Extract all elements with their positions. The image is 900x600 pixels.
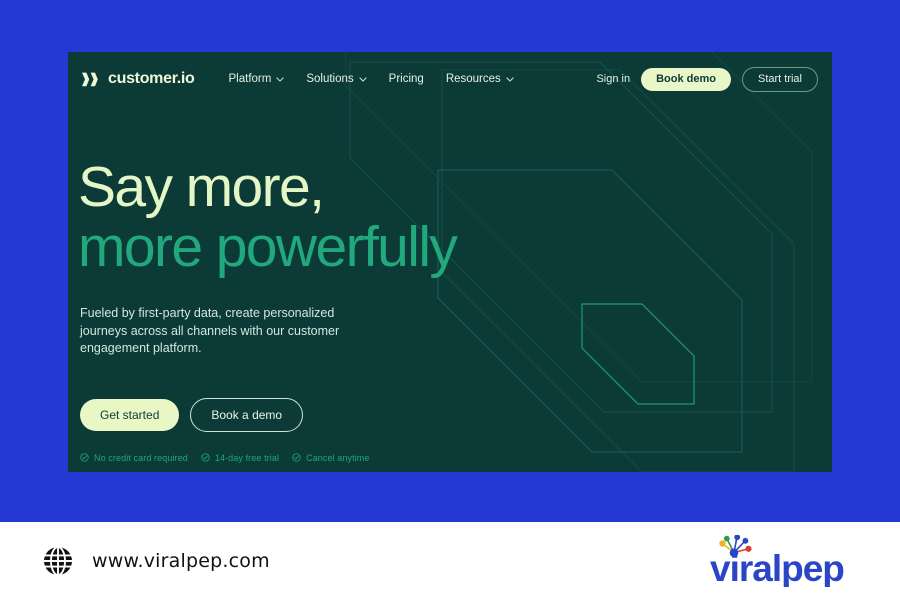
nav-actions: Sign in Book demo Start trial — [596, 66, 818, 92]
globe-icon — [44, 546, 72, 576]
footer-brand: viralpep — [708, 522, 858, 600]
site-nav: customer.io Platform Solutions Pricing R… — [68, 52, 832, 92]
brand-logo-customerio[interactable]: customer.io — [82, 70, 195, 88]
sign-in-link[interactable]: Sign in — [596, 73, 630, 85]
hero-subheadline: Fueled by first-party data, create perso… — [80, 306, 340, 355]
chevron-down-icon — [358, 76, 367, 82]
nav-link-label: Resources — [445, 73, 501, 85]
headline-line-2: more powerfully — [78, 215, 458, 279]
feature-item: No credit card required — [80, 453, 188, 463]
feature-label: No credit card required — [94, 452, 188, 463]
customerio-logo-mark — [82, 72, 98, 86]
footer-website: www.viralpep.com — [42, 522, 270, 600]
nav-link-solutions[interactable]: Solutions — [306, 73, 367, 85]
check-circle-icon — [80, 453, 89, 462]
hero-feature-list: No credit card required 14-day free tria… — [80, 453, 598, 463]
feature-item: 14-day free trial — [201, 453, 279, 463]
start-trial-button[interactable]: Start trial — [741, 66, 818, 92]
brand-logo-text: customer.io — [108, 70, 195, 87]
chevron-down-icon — [276, 76, 285, 82]
feature-label: Cancel anytime — [306, 452, 370, 463]
nav-link-label: Pricing — [388, 73, 424, 85]
check-circle-icon — [292, 453, 301, 462]
hero-copy: Say more, more powerfully Fueled by firs… — [78, 157, 598, 463]
feature-item: Cancel anytime — [292, 453, 369, 463]
viralpep-logo: viralpep — [710, 535, 845, 587]
nav-link-pricing[interactable]: Pricing — [389, 73, 424, 85]
page-title: Say more, more powerfully — [78, 157, 598, 277]
nav-link-resources[interactable]: Resources — [446, 73, 514, 85]
headline-line-1: Say more, — [78, 155, 325, 219]
chevron-down-icon — [506, 76, 514, 82]
nav-link-platform[interactable]: Platform — [229, 73, 285, 85]
nav-links: Platform Solutions Pricing Resources — [229, 73, 514, 85]
footer-url-text: www.viralpep.com — [92, 550, 270, 572]
footer-bar: www.viralpep.com viralpep — [0, 522, 900, 600]
hero-cta-row: Get started Book a demo — [80, 397, 598, 432]
hero-card: customer.io Platform Solutions Pricing R… — [68, 52, 832, 472]
screenshot-root: customer.io Platform Solutions Pricing R… — [0, 0, 900, 600]
book-a-demo-button[interactable]: Book a demo — [190, 397, 304, 432]
feature-label: 14-day free trial — [214, 452, 280, 463]
viralpep-wordmark: viralpep — [710, 548, 844, 587]
nav-link-label: Solutions — [306, 73, 354, 85]
get-started-button[interactable]: Get started — [80, 398, 180, 431]
book-demo-button[interactable]: Book demo — [641, 67, 731, 91]
nav-link-label: Platform — [228, 73, 272, 85]
check-circle-icon — [201, 453, 210, 462]
